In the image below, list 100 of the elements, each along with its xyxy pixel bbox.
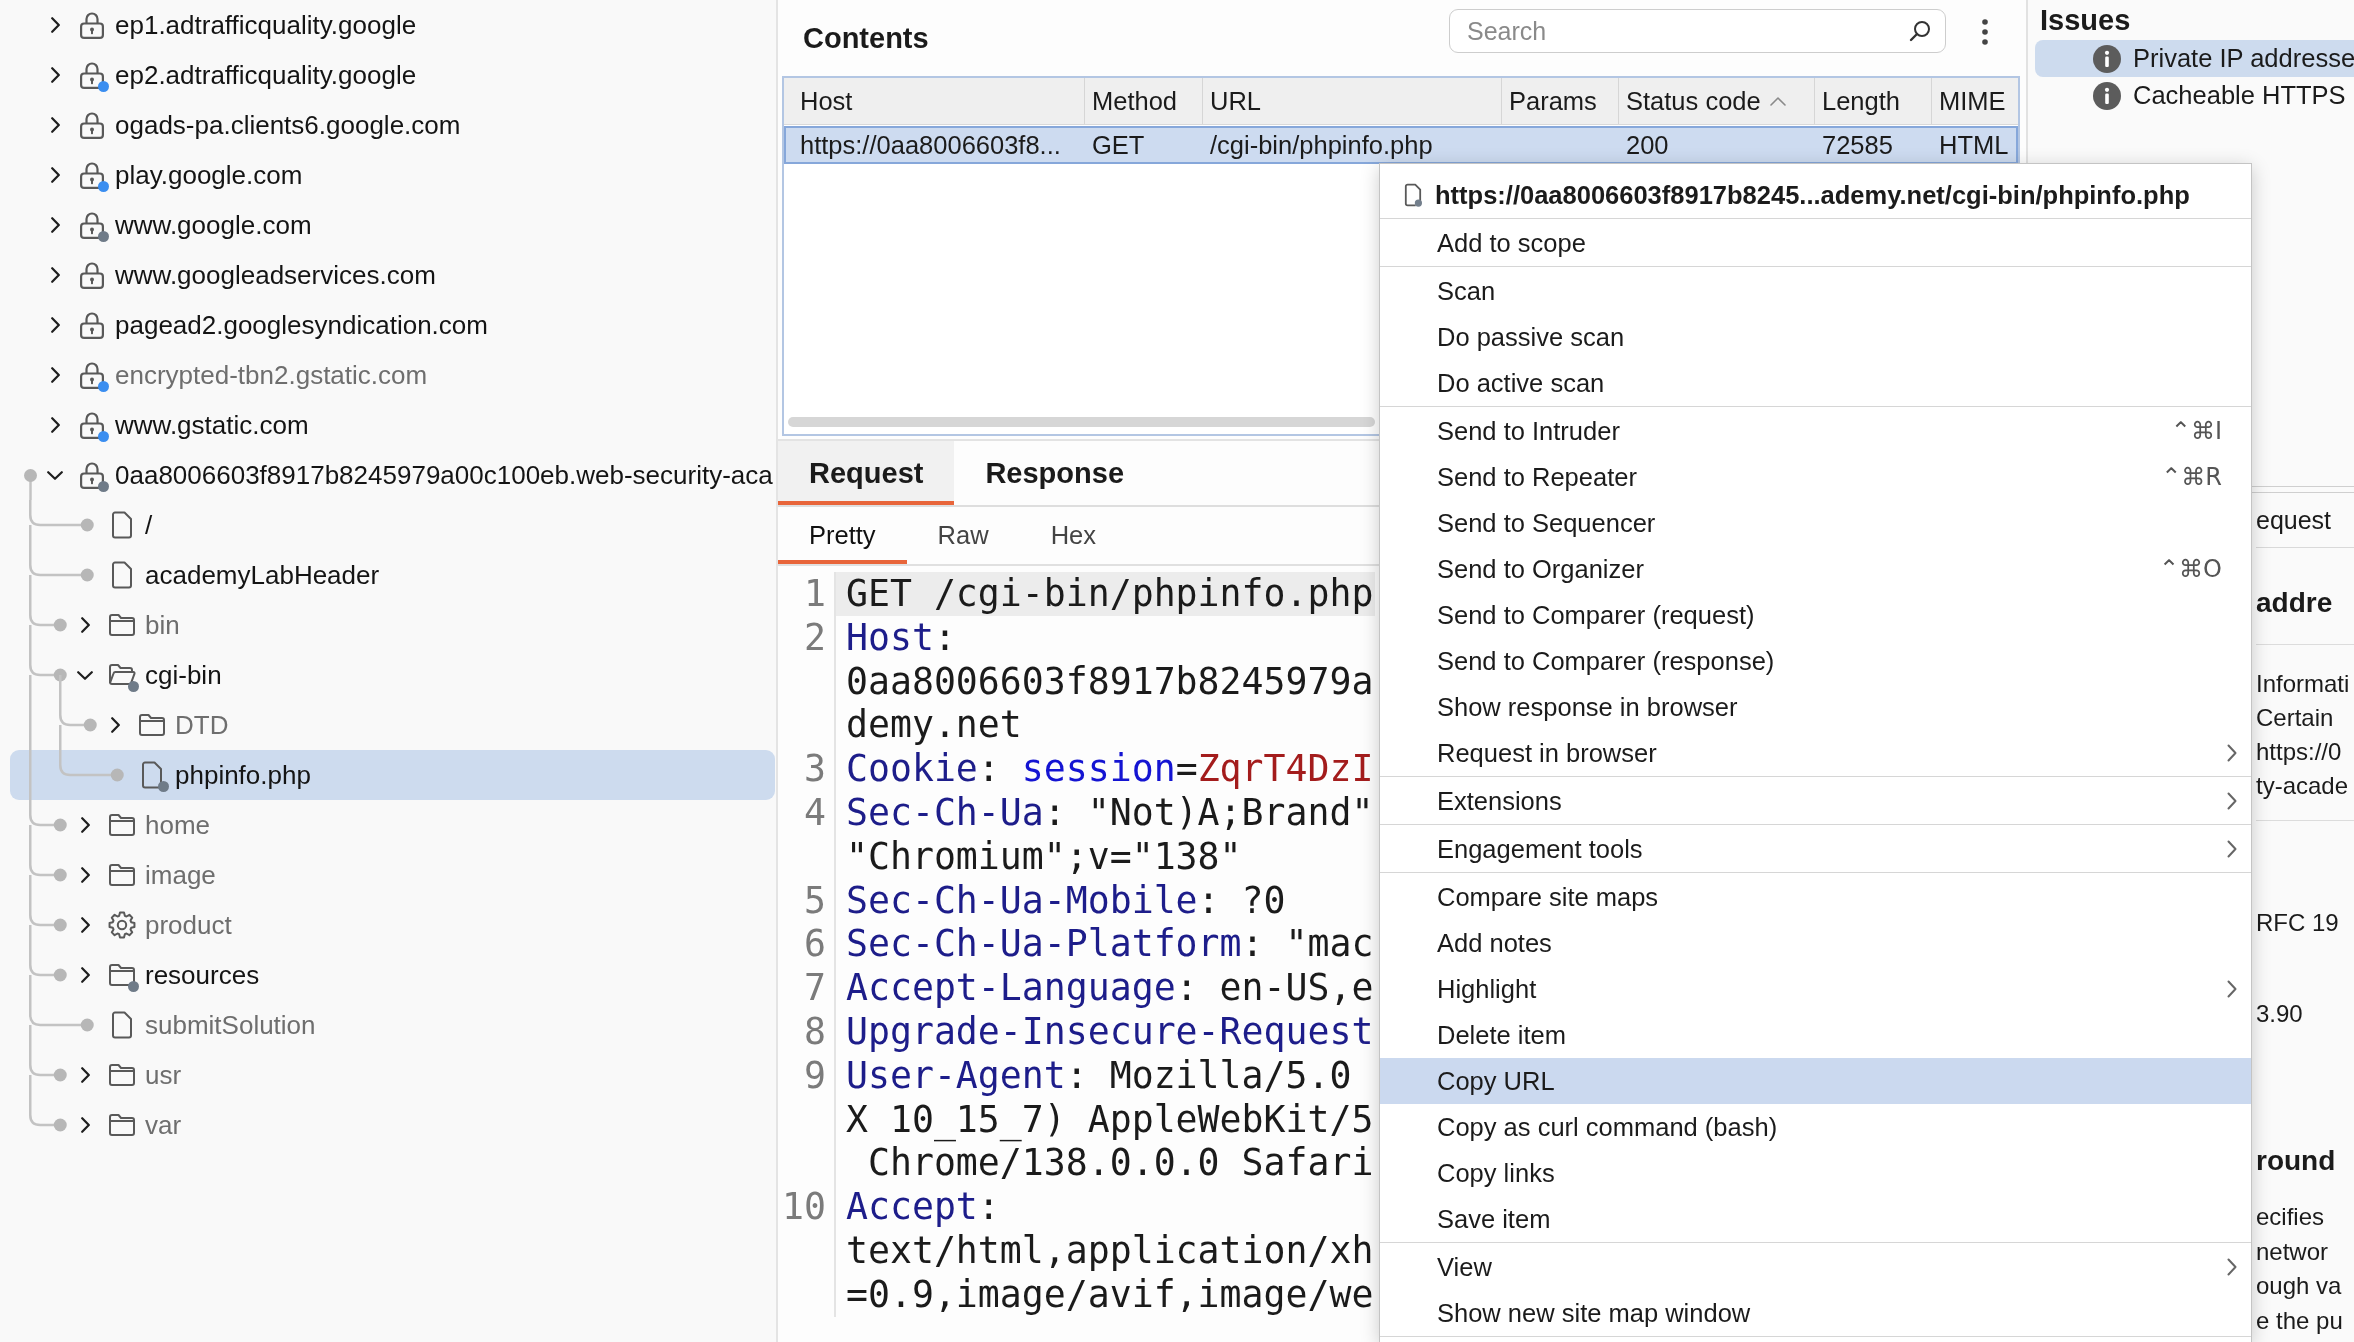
menu-item[interactable]: Copy URL	[1380, 1058, 2251, 1104]
tree-item[interactable]: play.google.com	[10, 150, 775, 200]
folder-icon	[108, 613, 136, 637]
menu-item[interactable]: Send to Comparer (request)	[1380, 592, 2251, 638]
tree-item[interactable]: www.googleadservices.com	[10, 250, 775, 300]
chevron-right-icon[interactable]	[50, 17, 60, 33]
menu-item[interactable]: Delete item	[1380, 1012, 2251, 1058]
folder-icon	[138, 713, 166, 737]
chevron-right-icon[interactable]	[80, 1067, 90, 1083]
menu-item[interactable]: Request in browser	[1380, 730, 2251, 776]
tree-item[interactable]: submitSolution	[10, 1000, 775, 1050]
column-header[interactable]: Length	[1815, 78, 1932, 124]
tree-item[interactable]: ep1.adtrafficquality.google	[10, 0, 775, 50]
chevron-right-icon[interactable]	[50, 117, 60, 133]
menu-item[interactable]: Save item	[1380, 1196, 2251, 1242]
chevron-up-icon[interactable]	[1769, 96, 1786, 106]
tab[interactable]: Pretty	[778, 507, 907, 564]
chevron-down-icon[interactable]	[77, 670, 93, 680]
file-icon	[1404, 183, 1422, 207]
menu-item[interactable]: Send to Organizer ⌃⌘O	[1380, 546, 2251, 592]
tree-item[interactable]: image	[10, 850, 775, 900]
detail-value: https://0	[2256, 737, 2342, 767]
column-header[interactable]: Method	[1085, 78, 1203, 124]
tree-item[interactable]: bin	[10, 600, 775, 650]
chevron-right-icon[interactable]	[80, 967, 90, 983]
menu-item[interactable]: View	[1380, 1244, 2251, 1290]
column-header[interactable]: URL	[1203, 78, 1502, 124]
tree-item[interactable]: DTD	[10, 700, 775, 750]
chevron-right-icon[interactable]	[80, 817, 90, 833]
chevron-right-icon[interactable]	[80, 867, 90, 883]
menu-item[interactable]: Highlight	[1380, 966, 2251, 1012]
column-header[interactable]: Status code	[1619, 78, 1815, 124]
chevron-right-icon[interactable]	[50, 317, 60, 333]
tab[interactable]: Hex	[1019, 507, 1127, 564]
tab[interactable]: Raw	[906, 507, 1020, 564]
tree-item[interactable]: /	[10, 500, 775, 550]
more-options-icon[interactable]	[1982, 19, 1988, 45]
folder-icon	[108, 1113, 136, 1137]
menu-item[interactable]: Extensions	[1380, 778, 2251, 824]
tree-item[interactable]: academyLabHeader	[10, 550, 775, 600]
table-row[interactable]: https://0aa8006603f8... GET /cgi-bin/phpinfo.php 200 72585 HTML	[784, 126, 2018, 164]
code-line: Chrome/138.0.0.0 Safari	[866, 1141, 1375, 1186]
menu-item[interactable]: Copy as curl command (bash)	[1380, 1104, 2251, 1150]
tree-item[interactable]: 0aa8006603f8917b8245979a00c100eb.web-security-aca	[10, 450, 775, 500]
search-field[interactable]: Search	[1449, 9, 1946, 53]
tree-item[interactable]: var	[10, 1100, 775, 1150]
menu-item[interactable]: Do active scan	[1380, 360, 2251, 406]
tree-item[interactable]: www.google.com	[10, 200, 775, 250]
menu-item[interactable]: Add notes	[1380, 920, 2251, 966]
line-number: 8	[804, 1009, 826, 1053]
chevron-right-icon[interactable]	[50, 67, 60, 83]
chevron-right-icon[interactable]	[50, 267, 60, 283]
menu-item[interactable]: Show new site map window	[1380, 1290, 2251, 1336]
tree-item[interactable]: product	[10, 900, 775, 950]
tree-item[interactable]: encrypted-tbn2.gstatic.com	[10, 350, 775, 400]
menu-item[interactable]: Engagement tools	[1380, 826, 2251, 872]
tab[interactable]: Response	[954, 441, 1156, 505]
tree-item[interactable]: pagead2.googlesyndication.com	[10, 300, 775, 350]
issue-item[interactable]: Cacheable HTTPS	[2035, 77, 2354, 114]
tree-item[interactable]: cgi-bin	[10, 650, 775, 700]
chevron-right-icon[interactable]	[50, 167, 60, 183]
tree-item[interactable]: www.gstatic.com	[10, 400, 775, 450]
chevron-down-icon[interactable]	[47, 470, 63, 480]
code-line: Accept-Language: en-US,e	[845, 966, 1375, 1010]
menu-item[interactable]: Show response in browser	[1380, 684, 2251, 730]
menu-item[interactable]: Send to Repeater ⌃⌘R	[1380, 454, 2251, 500]
menu-item[interactable]: Add to scope	[1380, 220, 2251, 266]
tree-item[interactable]: ep2.adtrafficquality.google	[10, 50, 775, 100]
tree-item[interactable]: phpinfo.php	[10, 750, 775, 800]
line-number: 1	[804, 572, 826, 615]
code-line: X 10_15_7) AppleWebKit/5	[845, 1097, 1375, 1142]
chevron-right-icon[interactable]	[50, 367, 60, 383]
menu-item[interactable]: Send to Comparer (response)	[1380, 638, 2251, 684]
code-line: 0aa8006603f8917b8245979a	[845, 659, 1375, 704]
lock-icon	[79, 60, 105, 90]
chevron-right-icon[interactable]	[50, 217, 60, 233]
tree-item[interactable]: home	[10, 800, 775, 850]
menu-item[interactable]: Scan	[1380, 268, 2251, 314]
menu-item[interactable]: Send to Intruder ⌃⌘I	[1380, 408, 2251, 454]
chevron-right-icon[interactable]	[50, 417, 60, 433]
chevron-right-icon[interactable]	[80, 917, 90, 933]
chevron-right-icon[interactable]	[80, 617, 90, 633]
scrollbar[interactable]	[788, 417, 1375, 427]
file-icon	[111, 511, 133, 539]
menu-item[interactable]: Copy links	[1380, 1150, 2251, 1196]
menu-item[interactable]: Send to Sequencer	[1380, 500, 2251, 546]
tree-item[interactable]: ogads-pa.clients6.google.com	[10, 100, 775, 150]
menu-item[interactable]: Compare site maps	[1380, 874, 2251, 920]
tab[interactable]: equest	[2256, 503, 2332, 537]
column-header[interactable]: Params	[1502, 78, 1619, 124]
chevron-right-icon[interactable]	[80, 1117, 90, 1133]
column-header[interactable]: Host	[784, 78, 1085, 124]
issue-item[interactable]: Private IP addresse	[2035, 40, 2354, 77]
column-header[interactable]: MIME	[1932, 78, 2018, 124]
tree-item[interactable]: usr	[10, 1050, 775, 1100]
panel-title: Issues	[2040, 3, 2131, 37]
tab[interactable]: Request	[778, 441, 955, 505]
menu-item[interactable]: Do passive scan	[1380, 314, 2251, 360]
tree-item[interactable]: resources	[10, 950, 775, 1000]
chevron-right-icon[interactable]	[110, 717, 120, 733]
